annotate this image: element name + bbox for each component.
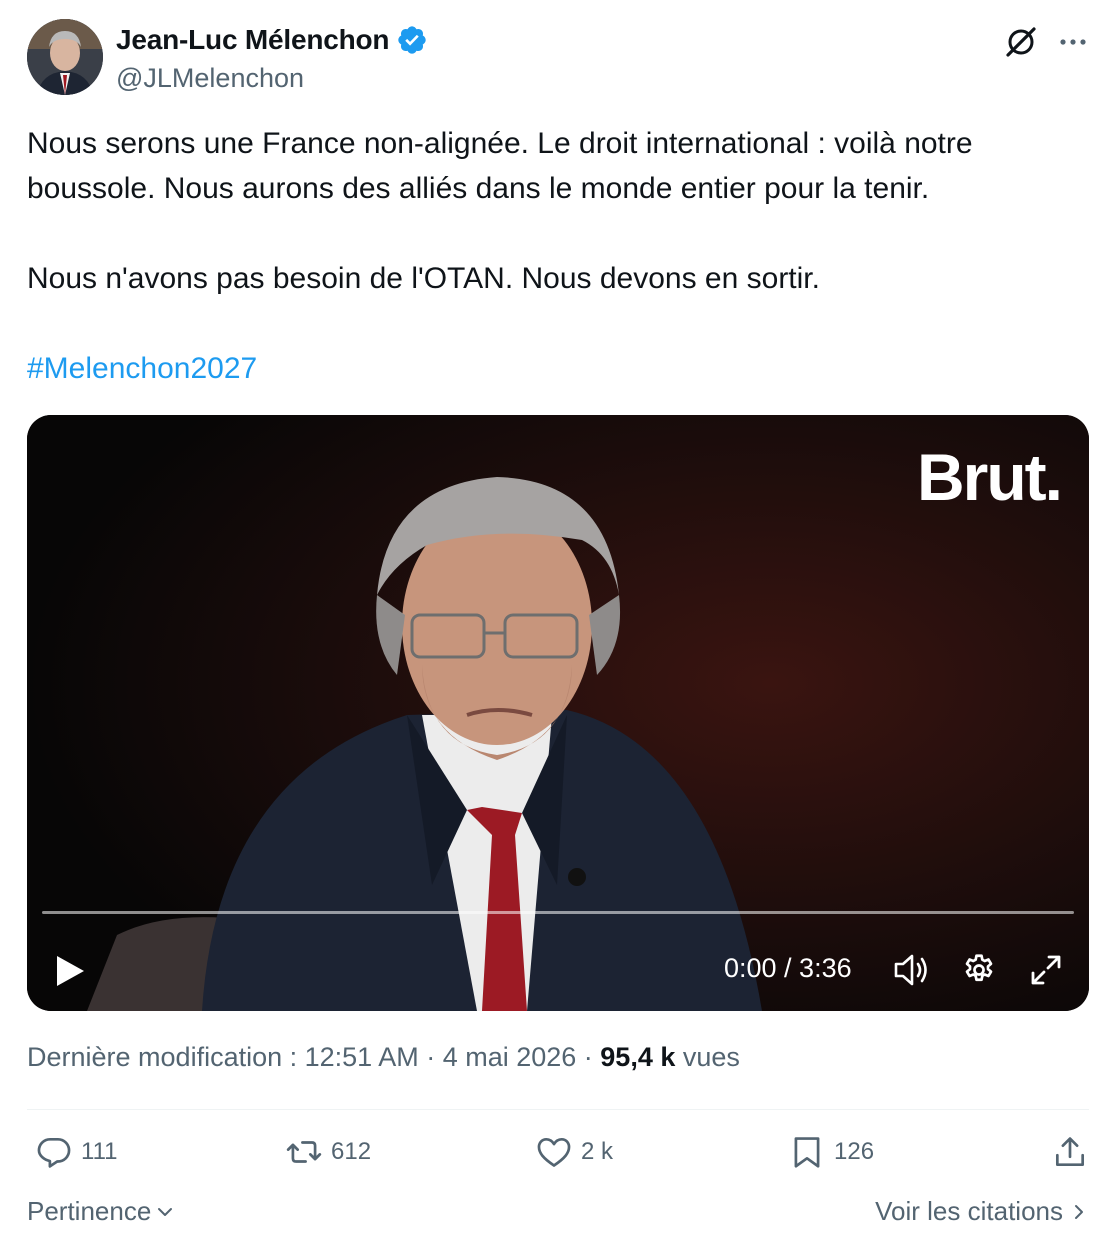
sort-dropdown[interactable]: Pertinence (27, 1196, 177, 1227)
like-button[interactable]: 2 k (535, 1133, 613, 1171)
repost-count: 612 (331, 1138, 372, 1165)
gear-icon[interactable] (961, 952, 997, 988)
author-name[interactable]: Jean-Luc Mélenchon (116, 24, 390, 56)
share-icon (1055, 1137, 1085, 1167)
avatar-portrait (27, 19, 103, 95)
reply-button[interactable]: 111 (35, 1133, 117, 1171)
view-quotes-link[interactable]: Voir les citations (875, 1196, 1089, 1227)
tweet-header: Jean-Luc Mélenchon @JLMelenchon (27, 19, 1090, 99)
edited-timestamp[interactable]: Dernière modification : 12:51 AM · 4 mai… (27, 1042, 600, 1072)
tweet-line: boussole. Nous aurons des alliés dans le… (27, 172, 930, 205)
tweet-line: Nous n'avons pas besoin de l'OTAN. Nous … (27, 262, 820, 295)
replies-footer: Pertinence Voir les citations (27, 1196, 1089, 1236)
share-button[interactable] (1051, 1133, 1089, 1171)
more-icon[interactable] (1056, 27, 1090, 57)
divider (27, 1109, 1089, 1110)
tweet-text: Nous serons une France non-alignée. Le d… (27, 121, 1097, 391)
verified-badge-icon (398, 26, 427, 54)
hashtag-link[interactable]: #Melenchon2027 (27, 352, 257, 385)
bookmark-count: 126 (834, 1138, 875, 1165)
video-player[interactable]: Brut. 0:00 / 3:36 (27, 415, 1089, 1011)
avatar[interactable] (27, 19, 103, 95)
repost-button[interactable]: 612 (285, 1133, 371, 1171)
views-label: vues (675, 1042, 740, 1072)
reply-icon (37, 1137, 71, 1168)
action-bar: 111 612 2 k 126 (27, 1133, 1089, 1181)
heart-icon (537, 1137, 571, 1167)
chevron-right-icon (1075, 1204, 1083, 1219)
sort-label: Pertinence (27, 1196, 152, 1226)
tweet-line: Nous serons une France non-alignée. Le d… (27, 127, 973, 160)
repost-icon (286, 1141, 322, 1163)
brut-watermark: Brut. (917, 440, 1063, 514)
author-handle[interactable]: @JLMelenchon (116, 63, 304, 94)
quotes-label: Voir les citations (875, 1196, 1063, 1226)
play-icon[interactable] (53, 953, 87, 989)
progress-bar[interactable] (42, 911, 1074, 914)
tweet-meta: Dernière modification : 12:51 AM · 4 mai… (27, 1042, 740, 1073)
reply-count: 111 (81, 1138, 118, 1165)
fullscreen-icon[interactable] (1029, 953, 1063, 987)
views-count: 95,4 k (600, 1042, 676, 1072)
video-time: 0:00 / 3:36 (724, 953, 852, 983)
bookmark-button[interactable]: 126 (788, 1133, 874, 1171)
grok-icon[interactable] (1004, 25, 1038, 59)
bookmark-icon (794, 1137, 820, 1168)
author-name-row: Jean-Luc Mélenchon (116, 24, 428, 56)
volume-icon[interactable] (893, 952, 931, 988)
chevron-down-icon (158, 1207, 173, 1216)
like-count: 2 k (581, 1138, 614, 1165)
